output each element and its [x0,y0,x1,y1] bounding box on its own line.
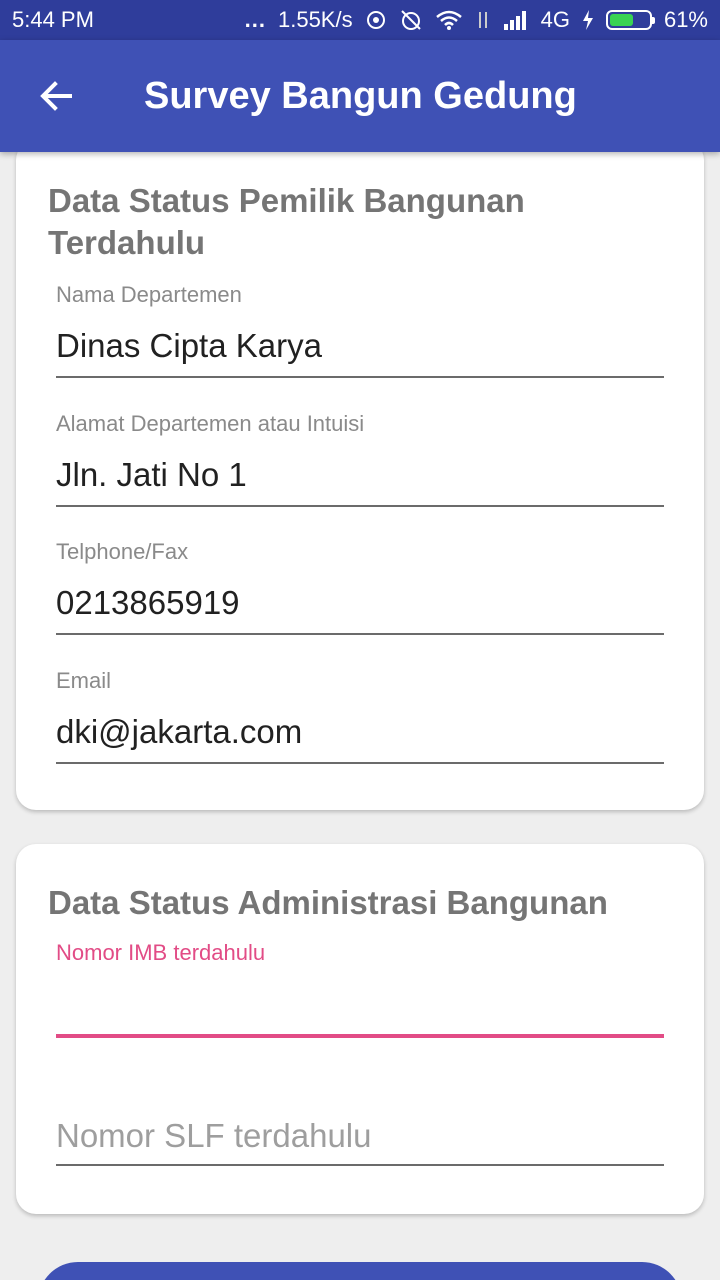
back-button[interactable] [0,40,112,152]
imb-number-field[interactable]: Nomor IMB terdahulu [56,940,664,1038]
status-icons: ... 1.55K/s 4G 61% [245,7,708,33]
more-dots: ... [244,7,266,32]
app-bar: Survey Bangun Gedung [0,40,720,152]
slf-number-field[interactable]: Nomor SLF terdahulu [56,1116,664,1166]
department-address-field[interactable]: Alamat Departemen atau Intuisi Jln. Jati… [56,411,664,507]
network-speed: 1.55K/s [277,7,353,32]
arrow-left-icon [40,81,72,111]
email-label: Email [56,668,112,693]
department-name-input[interactable]: Dinas Cipta Karya [56,326,664,366]
owner-status-card: Data Status Pemilik Bangunan Terdahulu N… [16,140,704,810]
email-input[interactable]: dki@jakarta.com [56,712,664,752]
data-transfer-icon [475,8,491,32]
network-type: 4G [540,7,570,32]
charging-icon [582,8,594,32]
page-title: Survey Bangun Gedung [144,74,577,117]
department-name-underline [56,376,664,378]
department-name-label: Nama Departemen [56,282,242,307]
telephone-field[interactable]: Telphone/Fax 0213865919 [56,539,664,635]
owner-card-title: Data Status Pemilik Bangunan Terdahulu [48,182,525,261]
department-address-label: Alamat Departemen atau Intuisi [56,411,365,436]
alarm-off-icon [399,8,423,32]
department-name-field[interactable]: Nama Departemen Dinas Cipta Karya [56,282,664,378]
email-field[interactable]: Email dki@jakarta.com [56,668,664,764]
department-address-underline [56,505,664,507]
battery-level [609,14,634,26]
imb-number-label: Nomor IMB terdahulu [56,940,266,965]
telephone-underline [56,633,664,635]
email-underline [56,762,664,764]
status-time: 5:44 PM [12,7,94,32]
telephone-label: Telphone/Fax [56,539,189,564]
telephone-input[interactable]: 0213865919 [56,583,664,623]
bottom-action-button[interactable] [38,1262,682,1280]
wifi-icon [435,8,463,32]
administration-card-title: Data Status Administrasi Bangunan [48,884,608,921]
battery-percent: 61% [663,7,708,32]
imb-number-underline [56,1034,664,1038]
battery-icon [605,10,655,30]
administration-status-card: Data Status Administrasi Bangunan Nomor … [16,844,704,1214]
status-bar: 5:44 PM ... 1.55K/s 4G 61% [0,0,720,40]
slf-number-underline [56,1164,664,1166]
slf-number-input[interactable]: Nomor SLF terdahulu [56,1116,664,1156]
location-icon [365,8,387,32]
department-address-input[interactable]: Jln. Jati No 1 [56,455,664,495]
signal-icon [503,8,529,32]
